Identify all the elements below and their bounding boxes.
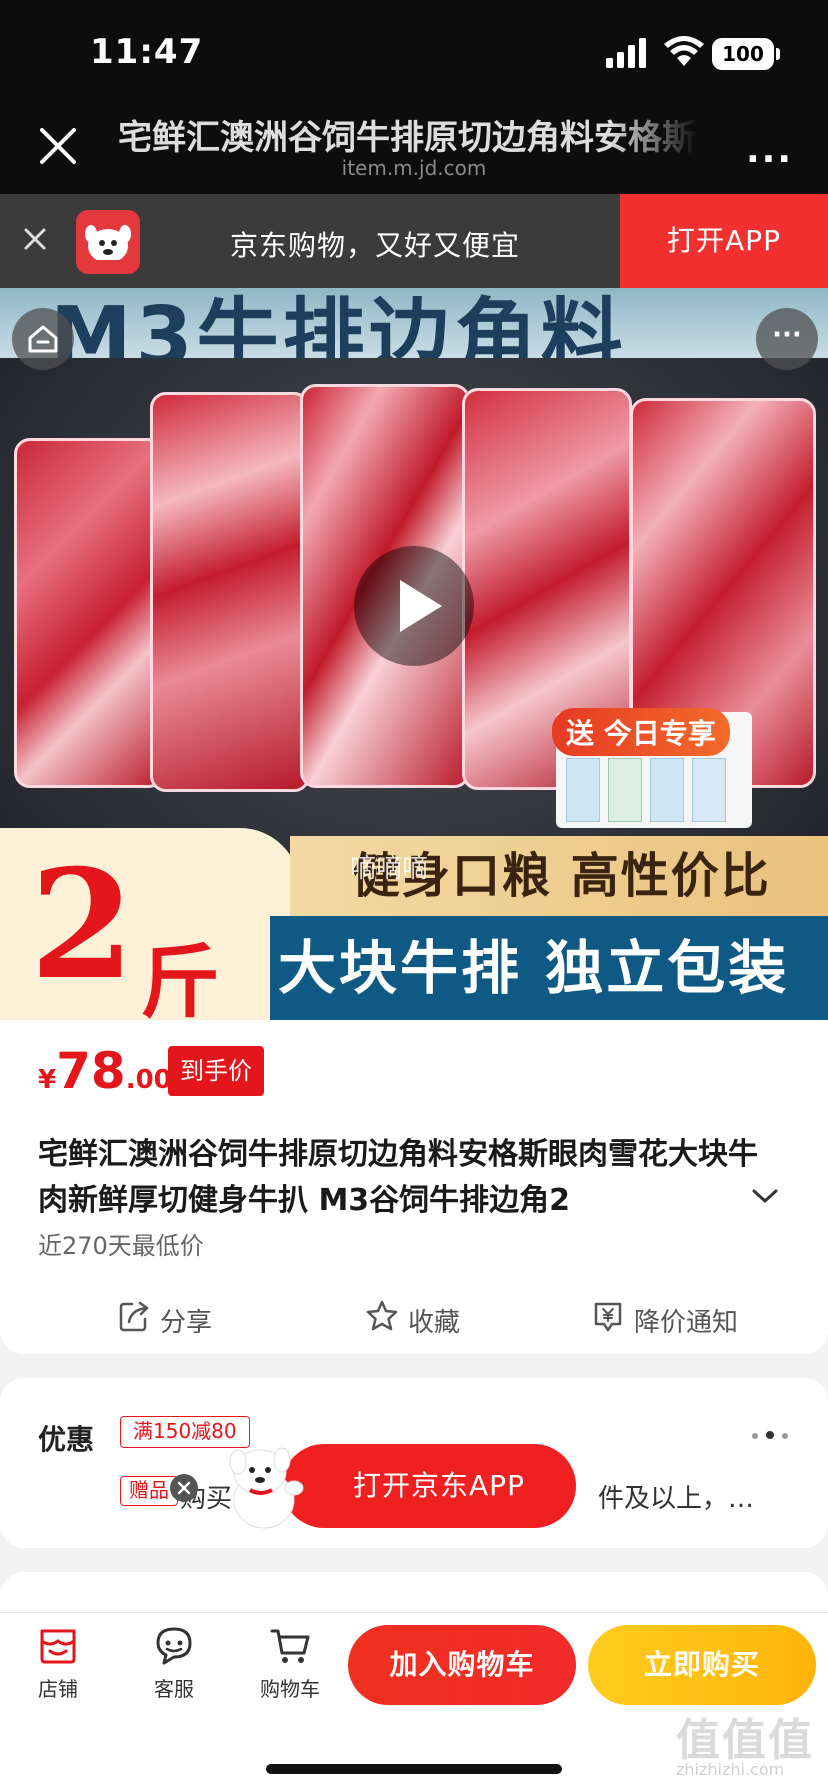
- promotion-heading: 优惠: [38, 1423, 95, 1456]
- hero-slogan-2: 大块牛排 独立包装: [270, 916, 828, 1020]
- product-hero-image[interactable]: M3牛排边角料 ··· 送 今日专享 2 斤 健身口粮 高性价比 大块牛排 独立…: [0, 288, 828, 1020]
- share-icon: [119, 1301, 149, 1332]
- banner-close-icon[interactable]: [20, 224, 50, 254]
- shop-button[interactable]: 店铺: [18, 1623, 98, 1702]
- cellular-signal-icon: [606, 38, 646, 68]
- floating-close-button[interactable]: [170, 1474, 198, 1502]
- hero-watermark: 嘀嘀嘀: [350, 854, 429, 884]
- home-indicator: [266, 1764, 562, 1774]
- status-bar: 11:47 100: [0, 0, 828, 100]
- star-icon: [366, 1300, 398, 1331]
- floating-open-app-button[interactable]: 打开京东APP: [282, 1444, 576, 1528]
- page-title: 宅鲜汇澳洲谷饲牛排原切边角料安格斯眼肉雪花: [118, 118, 698, 158]
- price-integer: 78: [56, 1042, 126, 1100]
- shop-icon: [40, 1629, 76, 1664]
- hero-header-strip: M3牛排边角料: [0, 288, 828, 385]
- share-label: 分享: [160, 1308, 213, 1338]
- page-url: item.m.jd.com: [341, 156, 487, 180]
- customer-service-label: 客服: [154, 1677, 194, 1701]
- final-price-badge: 到手价: [168, 1046, 264, 1096]
- gift-description-right: 件及以上，…: [598, 1484, 755, 1514]
- favorite-label: 收藏: [408, 1308, 461, 1338]
- corner-watermark-url: zhizhizhi.com: [676, 1760, 785, 1779]
- steak-slice: [14, 438, 164, 788]
- cart-button[interactable]: 购物车: [250, 1623, 330, 1702]
- shop-label: 店铺: [38, 1677, 78, 1701]
- price: ¥78.00: [38, 1042, 172, 1100]
- more-menu-button[interactable]: ...: [746, 130, 793, 171]
- cart-icon: [270, 1629, 310, 1663]
- weight-number: 2: [30, 837, 135, 1013]
- chat-icon: [156, 1627, 192, 1665]
- close-icon: [177, 1481, 191, 1495]
- corner-watermark: 值值值: [676, 1715, 814, 1766]
- cart-label: 购物车: [260, 1677, 320, 1701]
- battery-tip-icon: [776, 48, 780, 60]
- banner-slogan: 京东购物，又好又便宜: [230, 229, 521, 262]
- home-button[interactable]: [12, 308, 74, 370]
- buy-now-button[interactable]: 立即购买: [588, 1625, 816, 1705]
- gift-promo-tag: 送 今日专享: [552, 708, 730, 756]
- wifi-icon: [664, 36, 704, 66]
- jd-logo-icon: [76, 210, 140, 274]
- pager-dot: [752, 1433, 758, 1439]
- product-actions: 分享 收藏 降价通知: [0, 1290, 828, 1350]
- steak-slice: [150, 392, 310, 792]
- open-app-button[interactable]: 打开APP: [620, 194, 828, 288]
- video-play-button[interactable]: [354, 546, 474, 666]
- app-download-banner: 京东购物，又好又便宜 打开APP: [0, 194, 828, 288]
- home-icon: [28, 325, 58, 353]
- play-icon: [400, 580, 442, 632]
- lowest-price-note: 近270天最低价: [38, 1232, 204, 1260]
- weight-unit: 斤: [140, 936, 220, 1020]
- price-decimal: .00: [125, 1065, 172, 1095]
- price-currency: ¥: [38, 1065, 57, 1095]
- hero-more-button[interactable]: ···: [756, 308, 818, 370]
- browser-title-bar: 宅鲜汇澳洲谷饲牛排原切边角料安格斯眼肉雪花 item.m.jd.com ...: [0, 100, 828, 194]
- jd-dog-mascot-icon: [229, 1447, 304, 1529]
- price-alert-icon: [594, 1302, 622, 1332]
- battery-indicator: 100: [712, 38, 774, 70]
- price-alert-label: 降价通知: [634, 1308, 739, 1338]
- promo-pager: [748, 1424, 792, 1443]
- page: 11:47 100 宅鲜汇澳洲谷饲牛排原切边角料安格斯眼肉雪花 item.m.j…: [0, 0, 828, 1792]
- add-to-cart-button[interactable]: 加入购物车: [348, 1625, 576, 1705]
- chevron-down-icon[interactable]: [750, 1186, 780, 1206]
- product-info-card: ¥78.00 到手价 宅鲜汇澳洲谷饲牛排原切边角料安格斯眼肉雪花大块牛肉新鲜厚切…: [0, 1020, 828, 1354]
- customer-service-button[interactable]: 客服: [134, 1623, 214, 1702]
- pager-dot-active: [766, 1431, 774, 1439]
- status-time: 11:47: [90, 32, 204, 72]
- product-title[interactable]: 宅鲜汇澳洲谷饲牛排原切边角料安格斯眼肉雪花大块牛肉新鲜厚切健身牛扒 M3谷饲牛排…: [38, 1132, 778, 1224]
- pager-dot: [782, 1433, 788, 1439]
